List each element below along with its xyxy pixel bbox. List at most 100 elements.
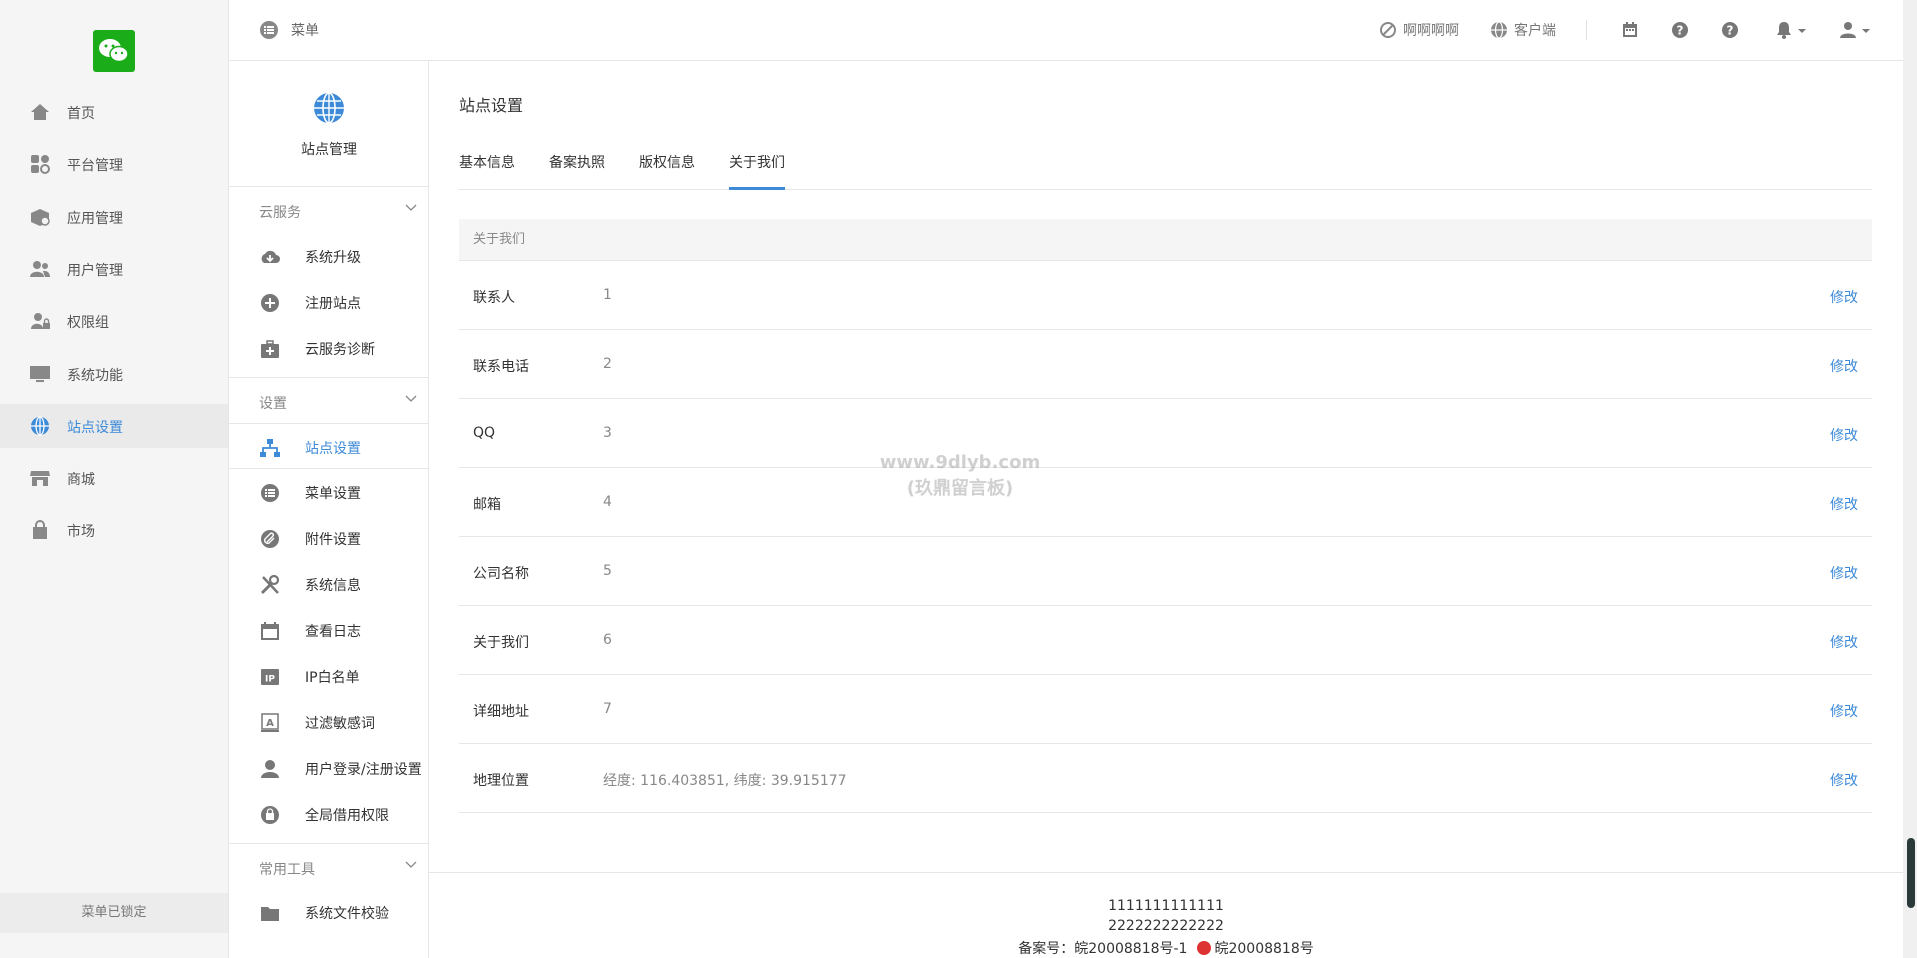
subnav-item[interactable]: 菜单设置 — [229, 469, 429, 515]
table-row: 公司名称 5 修改 — [459, 537, 1872, 606]
row-key: 详细地址 — [473, 704, 529, 720]
subnav-item[interactable]: 用户登录/注册设置 — [229, 745, 429, 791]
bag-icon — [29, 519, 51, 541]
chevron-down-icon — [405, 202, 417, 214]
user-lock-icon — [29, 310, 51, 332]
row-value: 7 — [603, 701, 612, 717]
tab[interactable]: 关于我们 — [729, 152, 785, 190]
paperclip-icon — [259, 528, 279, 548]
edit-link[interactable]: 修改 — [1830, 425, 1858, 445]
edit-link[interactable]: 修改 — [1830, 494, 1858, 514]
scrollbar-thumb[interactable] — [1907, 838, 1915, 908]
wechat-logo[interactable] — [93, 30, 135, 72]
subnav-item[interactable]: 全局借用权限 — [229, 791, 429, 837]
subnav-item[interactable]: 系统文件校验 — [229, 889, 429, 935]
edit-link[interactable]: 修改 — [1830, 632, 1858, 652]
police-emblem-icon — [1197, 941, 1212, 955]
tab[interactable]: 基本信息 — [459, 152, 515, 190]
sidebar-item[interactable]: 权限组 — [0, 299, 228, 343]
subnav-item-label: 系统信息 — [305, 578, 361, 594]
subnav-item[interactable]: IP IP白名单 — [229, 653, 429, 699]
subnav-item[interactable]: 系统信息 — [229, 561, 429, 607]
subnav-item-label: 菜单设置 — [305, 486, 361, 502]
sitemap-icon — [259, 437, 280, 457]
subnav-item[interactable]: 附件设置 — [229, 515, 429, 561]
subnav-item-label: IP白名单 — [305, 670, 360, 686]
table-section-header: 关于我们 — [459, 219, 1872, 261]
row-key: 邮箱 — [473, 497, 501, 513]
subnav-item-label: 注册站点 — [305, 296, 361, 312]
subnav-item-label: 过滤敏感词 — [305, 716, 375, 732]
sidebar-item[interactable]: 应用管理 — [0, 195, 228, 239]
store-icon — [29, 467, 51, 489]
user-icon[interactable] — [1838, 20, 1858, 40]
row-key: 关于我们 — [473, 635, 529, 651]
edit-link[interactable]: 修改 — [1830, 563, 1858, 583]
subnav-item-label: 站点设置 — [305, 441, 361, 457]
row-value: 6 — [603, 632, 612, 648]
sidebar-item-label: 市场 — [67, 524, 95, 541]
header-link-label: 啊啊啊啊 — [1403, 23, 1459, 39]
help-icon[interactable]: ? — [1720, 20, 1740, 40]
subnav-item-label: 云服务诊断 — [305, 342, 375, 358]
edit-link[interactable]: 修改 — [1830, 701, 1858, 721]
police-record-link[interactable]: 皖20008818号 — [1214, 941, 1313, 957]
calendar-icon[interactable] — [1620, 20, 1640, 40]
menu-toggle-button[interactable]: 菜单 — [259, 20, 319, 40]
subnav-group-label: 设置 — [259, 396, 287, 412]
sidebar-item[interactable]: 首页 — [0, 90, 228, 134]
svg-text:?: ? — [1677, 24, 1684, 38]
row-value: 3 — [603, 425, 612, 441]
bell-icon[interactable] — [1774, 20, 1794, 40]
subnav-item[interactable]: 云服务诊断 — [229, 325, 429, 371]
subnav-group-label: 常用工具 — [259, 862, 315, 878]
svg-text:?: ? — [1727, 24, 1734, 38]
globe-icon — [314, 92, 344, 124]
subnav-item[interactable]: 注册站点 — [229, 279, 429, 325]
edit-link[interactable]: 修改 — [1830, 356, 1858, 376]
subnav-item-label: 附件设置 — [305, 532, 361, 548]
table-row: 联系电话 2 修改 — [459, 330, 1872, 399]
help-icon[interactable]: ? — [1670, 20, 1690, 40]
table-row: QQ 3 修改 — [459, 399, 1872, 468]
sidebar-item-label: 站点设置 — [67, 419, 123, 436]
scrollbar-track[interactable] — [1903, 0, 1917, 958]
tab-bar: 基本信息 备案执照 版权信息 关于我们 — [459, 152, 1872, 190]
subnav-item[interactable]: 站点设置 — [229, 423, 429, 469]
filter-text-icon: A — [259, 712, 279, 732]
chevron-down-icon — [1862, 29, 1870, 33]
subnav-group-header[interactable]: 常用工具 — [229, 843, 429, 889]
edit-link[interactable]: 修改 — [1830, 287, 1858, 307]
header-link-aaaa[interactable]: 啊啊啊啊 — [1379, 20, 1459, 40]
row-value: 5 — [603, 563, 612, 579]
tab[interactable]: 备案执照 — [549, 152, 605, 190]
tab[interactable]: 版权信息 — [639, 152, 695, 190]
subnav-item[interactable]: 系统升级 — [229, 233, 429, 279]
subnav-group-header[interactable]: 设置 — [229, 377, 429, 423]
row-key: 地理位置 — [473, 773, 529, 789]
user-icon — [259, 758, 279, 778]
sidebar-item[interactable]: 站点设置 — [0, 403, 228, 448]
row-value: 2 — [603, 356, 612, 372]
menu-label: 菜单 — [291, 23, 319, 39]
sidebar-item-label: 平台管理 — [67, 158, 123, 175]
subnav-group-header[interactable]: 云服务 — [229, 187, 429, 233]
menu-lock-status[interactable]: 菜单已锁定 — [0, 893, 228, 933]
table-row: 邮箱 4 修改 — [459, 468, 1872, 537]
footer-line-1: 1111111111111 — [1108, 898, 1224, 914]
subnav-item-label: 用户登录/注册设置 — [305, 762, 422, 778]
icp-link[interactable]: 备案号：皖20008818号-1 — [1018, 941, 1187, 957]
sidebar-item[interactable]: 系统功能 — [0, 352, 228, 396]
edit-link[interactable]: 修改 — [1830, 770, 1858, 790]
sidebar-item[interactable]: 用户管理 — [0, 247, 228, 291]
header-divider — [1586, 20, 1587, 40]
subnav-item[interactable]: 查看日志 — [229, 607, 429, 653]
table-row: 关于我们 6 修改 — [459, 606, 1872, 675]
sidebar-item[interactable]: 平台管理 — [0, 142, 228, 186]
subnav-item[interactable]: A 过滤敏感词 — [229, 699, 429, 745]
header-link-client[interactable]: 客户端 — [1490, 20, 1556, 40]
sidebar-item[interactable]: 市场 — [0, 508, 228, 552]
sidebar-item[interactable]: 商城 — [0, 456, 228, 500]
top-bar: 菜单 啊啊啊啊 客户端 ? ? — [229, 0, 1917, 61]
sidebar-item-label: 系统功能 — [67, 367, 123, 384]
